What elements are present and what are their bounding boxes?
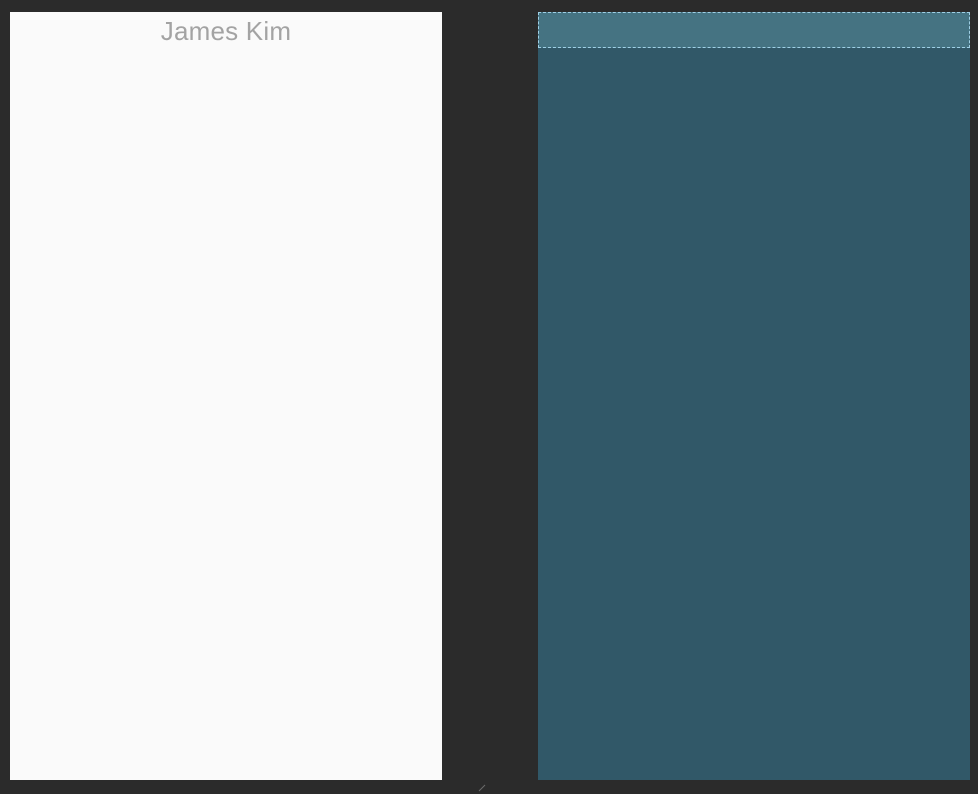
preview-textview[interactable]: James Kim (10, 12, 442, 50)
blueprint-selected-textview[interactable] (538, 12, 970, 48)
resize-handle-icon[interactable] (478, 784, 486, 792)
blueprint-surface[interactable] (538, 12, 970, 780)
diagonal-line-icon (478, 784, 486, 792)
design-preview-surface[interactable]: James Kim (10, 12, 442, 780)
layout-editor-canvas[interactable]: James Kim (0, 0, 978, 792)
